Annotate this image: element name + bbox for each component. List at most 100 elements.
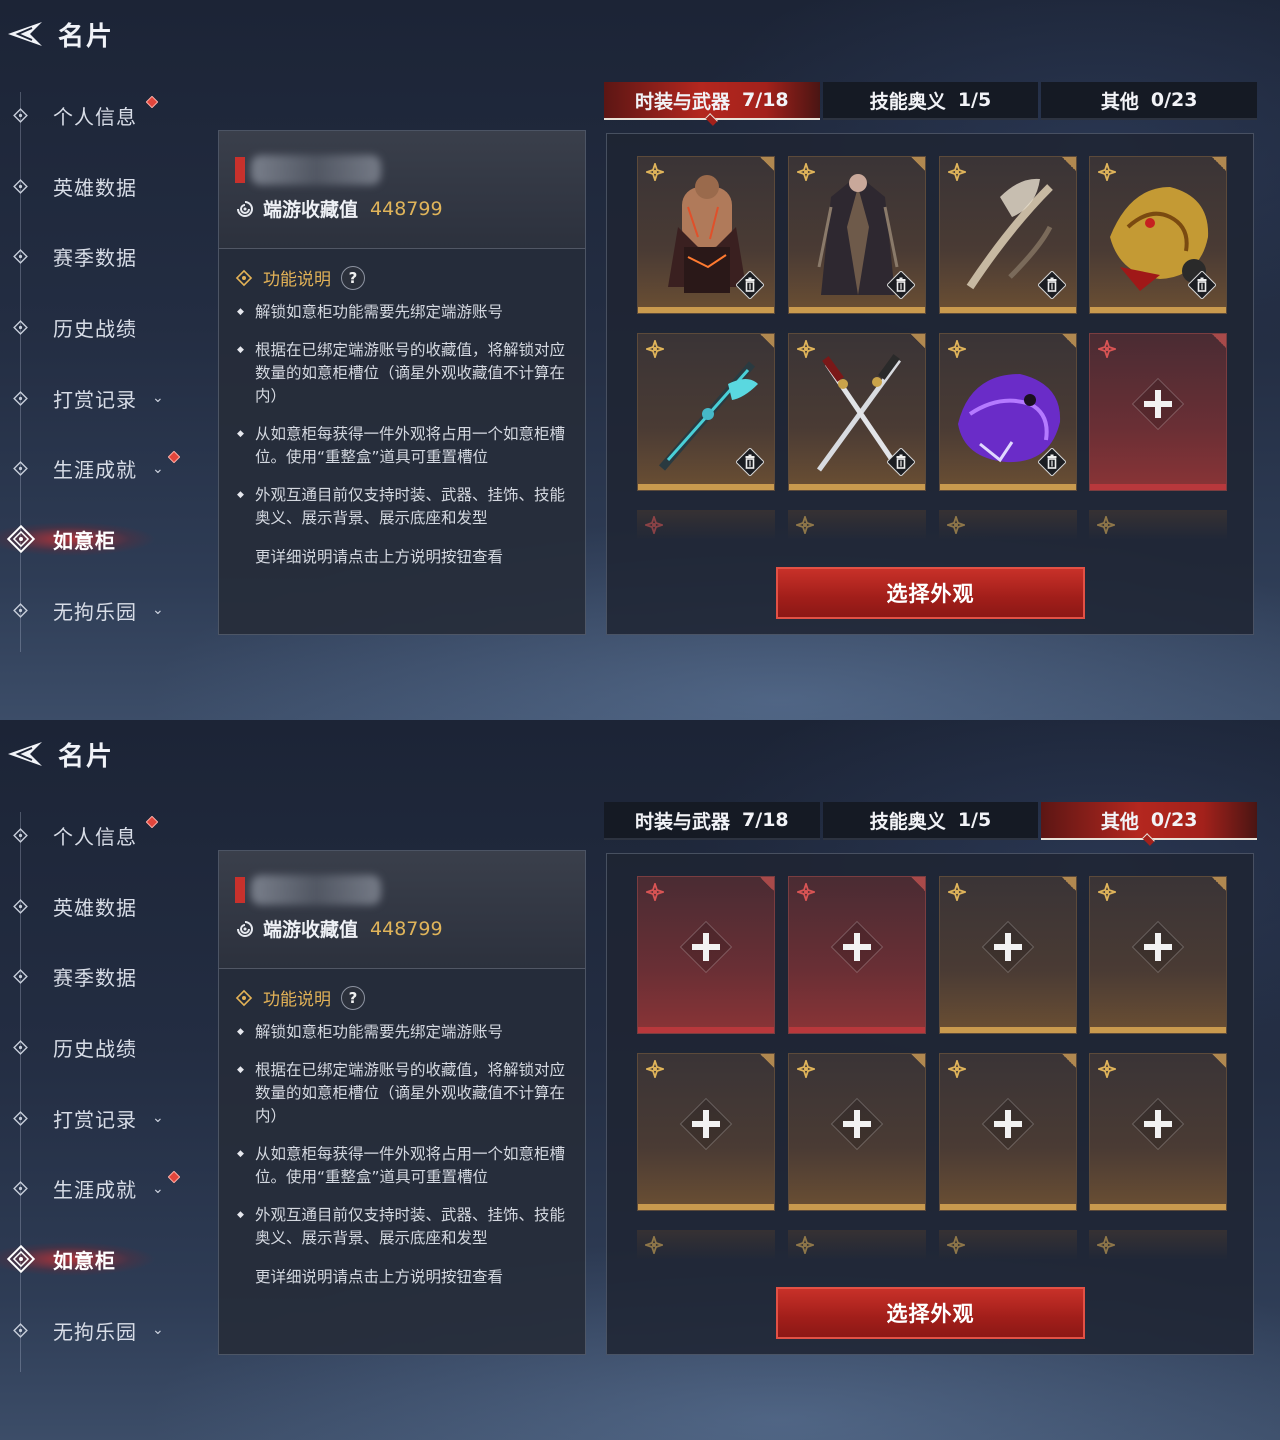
tab-label: 时装与武器 (635, 810, 731, 833)
diamond-icon (13, 107, 28, 123)
sidebar-item-2[interactable]: 赛季数据 (0, 941, 200, 1012)
rule-item: 外观互通目前仅支持时装、武器、挂饰、技能奥义、展示背景、展示底座和发型 (235, 484, 571, 530)
chevron-down-icon: ⌄ (152, 390, 164, 407)
back-arrow-icon[interactable] (2, 736, 46, 772)
cabinet-slot-empty[interactable] (1089, 876, 1227, 1034)
rarity-star-icon (1098, 1060, 1116, 1078)
cabinet-slot-empty[interactable] (637, 876, 775, 1034)
tab-count: 7/18 (742, 89, 789, 111)
sidebar-item-7[interactable]: 无拘乐园 ⌄ (0, 1295, 200, 1366)
cabinet-slot-item[interactable] (788, 333, 926, 491)
cabinet-slot-empty[interactable] (788, 876, 926, 1034)
tab-2[interactable]: 其他 0/23 (1041, 82, 1258, 120)
add-plus-icon[interactable] (827, 917, 887, 977)
sidebar-item-0[interactable]: 个人信息 (0, 80, 200, 151)
cabinet-slot-item[interactable] (1089, 156, 1227, 314)
add-plus-icon[interactable] (676, 1094, 736, 1154)
red-dot-badge-icon (146, 816, 158, 828)
tab-1[interactable]: 技能奥义 1/5 (822, 82, 1039, 120)
sidebar: 个人信息英雄数据赛季数据 历史战绩打赏记录 ⌄ 生涯成就 ⌄ 如意柜无拘乐园 ⌄ (0, 800, 200, 1366)
trash-icon[interactable] (1188, 271, 1216, 299)
trash-icon[interactable] (887, 448, 915, 476)
rarity-star-icon (796, 1236, 814, 1254)
trash-icon[interactable] (736, 271, 764, 299)
sidebar-item-3[interactable]: 历史战绩 (0, 1012, 200, 1083)
cabinet-grid-panel (606, 853, 1254, 1355)
trash-icon[interactable] (736, 448, 764, 476)
function-description-label: 功能说明 (263, 270, 331, 290)
slot-corner (1212, 877, 1226, 891)
sidebar-item-label: 英雄数据 (53, 895, 137, 920)
chevron-down-icon: ⌄ (152, 1110, 164, 1127)
add-plus-icon[interactable] (676, 917, 736, 977)
rules-list: 解锁如意柜功能需要先绑定端游账号根据在已绑定端游账号的收藏值，将解锁对应数量的如… (235, 1021, 571, 1287)
sidebar-item-label: 打赏记录 (53, 1107, 137, 1132)
next-row-slot-peek (939, 1230, 1077, 1260)
rule-item: 解锁如意柜功能需要先绑定端游账号 (235, 301, 571, 324)
tab-1[interactable]: 技能奥义 1/5 (822, 802, 1039, 840)
slot-corner (911, 1054, 925, 1068)
cabinet-slot-empty[interactable] (1089, 333, 1227, 491)
add-plus-icon[interactable] (1128, 1094, 1188, 1154)
diamond-icon (13, 178, 28, 194)
header: 名片 (0, 734, 114, 774)
sidebar-item-2[interactable]: 赛季数据 (0, 221, 200, 292)
more-info-text: 更详细说明请点击上方说明按钮查看 (255, 548, 504, 566)
help-icon[interactable]: ? (341, 985, 365, 1010)
cabinet-slot-empty[interactable] (939, 876, 1077, 1034)
function-help-row: 功能说明? (235, 265, 365, 290)
trash-icon[interactable] (887, 271, 915, 299)
cabinet-slot-item[interactable] (637, 156, 775, 314)
tab-count: 1/5 (957, 89, 992, 111)
trash-icon[interactable] (1038, 448, 1066, 476)
slot-corner (760, 1054, 774, 1068)
tab-2[interactable]: 其他 0/23 (1041, 802, 1258, 840)
sidebar-item-1[interactable]: 英雄数据 (0, 871, 200, 942)
trash-icon[interactable] (1038, 271, 1066, 299)
rarity-star-icon (1098, 883, 1116, 901)
sidebar-item-1[interactable]: 英雄数据 (0, 151, 200, 222)
add-plus-icon[interactable] (1128, 374, 1188, 434)
diamond-icon (13, 320, 28, 335)
function-help-row: 功能说明? (235, 985, 365, 1010)
rarity-star-icon (948, 163, 966, 181)
sidebar-item-7[interactable]: 无拘乐园 ⌄ (0, 575, 200, 646)
sidebar-item-5[interactable]: 生涯成就 ⌄ (0, 1153, 200, 1224)
diamond-active-icon (6, 1245, 36, 1274)
sidebar-item-label: 个人信息 (53, 104, 137, 129)
tab-0[interactable]: 时装与武器 7/18 (604, 802, 820, 840)
chevron-down-icon: ⌄ (152, 460, 164, 477)
sidebar-item-6[interactable]: 如意柜 (0, 504, 200, 575)
cabinet-slot-item[interactable] (788, 156, 926, 314)
select-appearance-button[interactable]: 选择外观 (776, 567, 1085, 619)
cabinet-slot-empty[interactable] (637, 1053, 775, 1211)
tab-0[interactable]: 时装与武器 7/18 (604, 82, 820, 120)
sidebar-item-4[interactable]: 打赏记录 ⌄ (0, 1083, 200, 1154)
add-plus-icon[interactable] (827, 1094, 887, 1154)
next-row-slot-peek (788, 1230, 926, 1260)
cabinet-slot-item[interactable] (637, 333, 775, 491)
select-appearance-button[interactable]: 选择外观 (776, 1287, 1085, 1339)
sidebar-item-5[interactable]: 生涯成就 ⌄ (0, 433, 200, 504)
cabinet-slot-empty[interactable] (939, 1053, 1077, 1211)
cabinet-slot-item[interactable] (939, 333, 1077, 491)
sidebar-item-3[interactable]: 历史战绩 (0, 292, 200, 363)
sidebar-item-label: 如意柜 (53, 1248, 116, 1273)
add-plus-icon[interactable] (1128, 917, 1188, 977)
help-icon[interactable]: ? (341, 265, 365, 290)
back-arrow-icon[interactable] (2, 16, 46, 52)
slot-corner (760, 877, 774, 891)
sidebar-item-0[interactable]: 个人信息 (0, 800, 200, 871)
cabinet-slot-empty[interactable] (1089, 1053, 1227, 1211)
rarity-star-icon (646, 340, 664, 358)
add-plus-icon[interactable] (978, 1094, 1038, 1154)
sidebar-item-6[interactable]: 如意柜 (0, 1224, 200, 1295)
sidebar-item-4[interactable]: 打赏记录 ⌄ (0, 363, 200, 434)
add-plus-icon[interactable] (978, 917, 1038, 977)
cabinet-slot-item[interactable] (939, 156, 1077, 314)
sidebar-item-label: 个人信息 (53, 824, 137, 849)
rarity-star-icon (645, 1236, 663, 1254)
diamond-icon (13, 1181, 28, 1197)
diamond-icon (13, 827, 28, 843)
cabinet-slot-empty[interactable] (788, 1053, 926, 1211)
